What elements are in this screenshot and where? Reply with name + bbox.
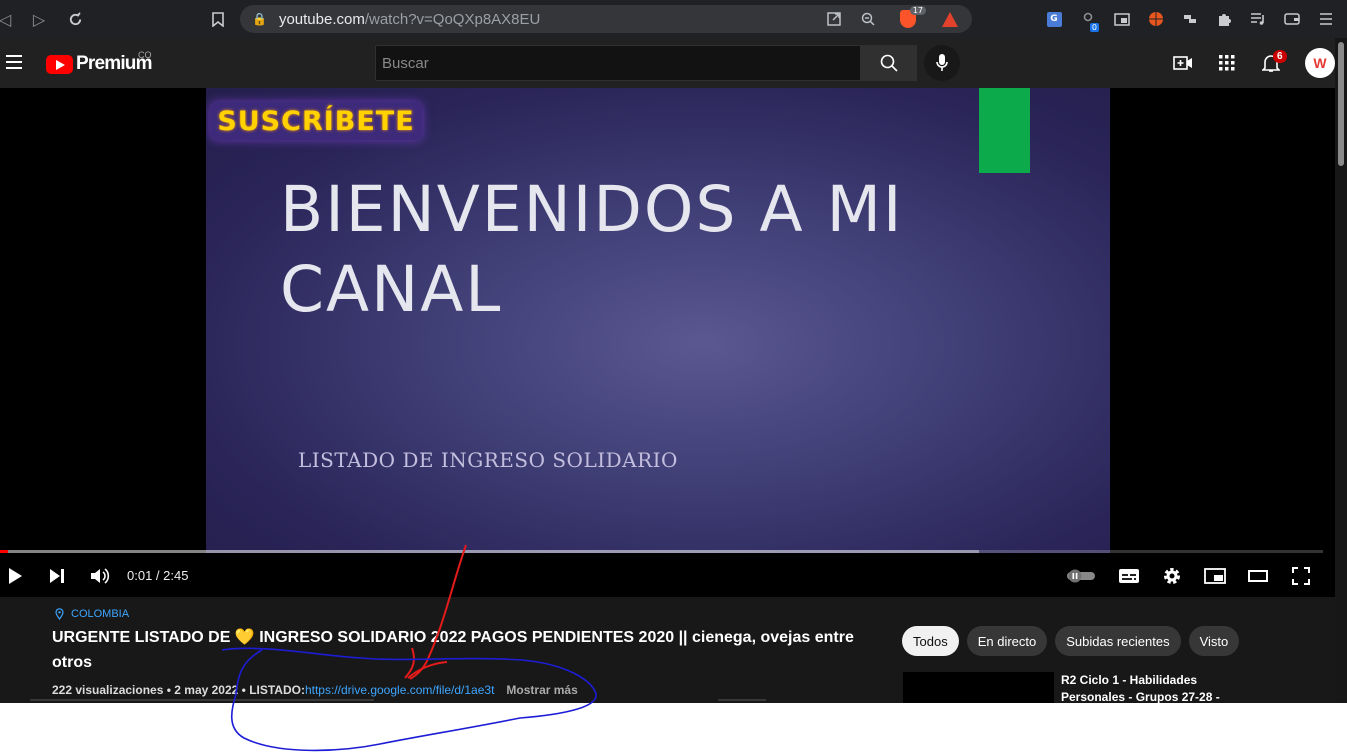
puzzle-icon[interactable] — [1211, 6, 1237, 32]
chip-subidas-recientes[interactable]: Subidas recientes — [1055, 626, 1181, 656]
location-pin-icon — [55, 608, 64, 620]
menu-icon[interactable] — [1313, 6, 1339, 32]
subtitles-button[interactable] — [1117, 558, 1141, 594]
bat-rewards-icon[interactable] — [940, 9, 960, 29]
chip-todos[interactable]: Todos — [902, 626, 959, 656]
chip-en-directo[interactable]: En directo — [966, 626, 1048, 656]
youtube-premium-logo[interactable]: Premium — [46, 53, 153, 75]
autoplay-toggle[interactable] — [1064, 558, 1098, 594]
avatar: W — [1305, 48, 1335, 78]
bookmark-icon[interactable] — [203, 4, 233, 34]
volume-icon — [91, 568, 110, 584]
video-title: URGENTE LISTADO DE 💛 INGRESO SOLIDARIO 2… — [52, 629, 854, 671]
video-player[interactable]: SUSCRÍBETE BIENVENIDOS A MI CANAL LISTAD… — [0, 88, 1335, 597]
play-button[interactable] — [4, 558, 26, 594]
back-icon[interactable]: ◁ — [0, 4, 11, 34]
country-code: CO — [138, 50, 152, 60]
pip-icon[interactable] — [1109, 6, 1135, 32]
playlist-icon[interactable] — [1245, 6, 1271, 32]
yellow-heart-emoji: 💛 — [234, 629, 255, 646]
reload-icon[interactable] — [60, 4, 90, 34]
apps-button[interactable] — [1205, 38, 1249, 88]
create-video-icon — [1173, 56, 1192, 70]
subscribe-banner: SUSCRÍBETE — [210, 102, 422, 140]
zoom-icon[interactable] — [858, 9, 878, 29]
slide-title: BIENVENIDOS A MI CANAL — [280, 173, 904, 326]
share-icon[interactable] — [824, 9, 844, 29]
play-icon — [9, 568, 22, 584]
autoplay-toggle-icon — [1067, 569, 1095, 583]
next-button[interactable] — [46, 558, 68, 594]
notifications-button[interactable]: 6 — [1249, 38, 1293, 88]
progress-bar[interactable] — [0, 550, 1323, 553]
shield-count-badge: 17 — [909, 6, 926, 15]
miniplayer-button[interactable] — [1202, 558, 1228, 594]
microphone-icon — [936, 54, 948, 71]
extension-icon[interactable] — [1177, 6, 1203, 32]
drive-link[interactable]: https://drive.google.com/file/d/1ae3t — [305, 683, 494, 697]
green-overlay-block — [979, 88, 1030, 173]
show-more-button[interactable]: Mostrar más — [506, 683, 577, 697]
recommended-video-thumbnail[interactable] — [903, 672, 1054, 703]
voice-search-button[interactable] — [924, 45, 960, 81]
apps-grid-icon — [1219, 55, 1235, 71]
theater-mode-icon — [1248, 570, 1268, 582]
create-video-button[interactable] — [1161, 38, 1205, 88]
youtube-masthead: Premium CO Buscar 6 W — [0, 38, 1347, 88]
slide-subtitle: LISTADO DE INGRESO SOLIDARIO — [298, 448, 678, 472]
divider — [30, 699, 374, 701]
progress-played — [0, 550, 8, 553]
recommended-video-title[interactable]: R2 Ciclo 1 - Habilidades Personales - Gr… — [1061, 672, 1261, 703]
time-display: 0:01 / 2:45 — [127, 568, 189, 583]
settings-button[interactable] — [1160, 558, 1184, 594]
fullscreen-button[interactable] — [1289, 558, 1313, 594]
miniplayer-icon — [1204, 568, 1226, 584]
divider — [718, 699, 766, 701]
search-icon — [880, 54, 898, 72]
brave-shield-icon[interactable]: 17 — [898, 6, 926, 29]
guide-menu-icon[interactable] — [4, 51, 24, 73]
video-details: COLOMBIA URGENTE LISTADO DE 💛 INGRESO SO… — [0, 597, 1335, 703]
progress-buffered — [0, 550, 980, 553]
theater-mode-button[interactable] — [1246, 558, 1270, 594]
player-controls: 0:01 / 2:45 — [0, 558, 1335, 594]
extension-icon[interactable]: 0 — [1075, 6, 1101, 32]
lock-icon: 🔒 — [252, 12, 267, 26]
location-link[interactable]: COLOMBIA — [55, 608, 129, 620]
browser-toolbar: ◁ ▷ 🔒 youtube.com/watch?v=QoQXp8AX8EU 17 — [0, 0, 1347, 38]
scrollbar-thumb[interactable] — [1338, 42, 1344, 166]
address-bar[interactable]: 🔒 youtube.com/watch?v=QoQXp8AX8EU 17 — [240, 5, 972, 33]
url-text: youtube.com/watch?v=QoQXp8AX8EU — [278, 10, 541, 28]
video-metadata: 222 visualizaciones • 2 may 2022 • LISTA… — [52, 683, 578, 697]
skip-next-icon — [50, 569, 64, 583]
youtube-play-logo-icon — [46, 54, 73, 74]
chip-visto[interactable]: Visto — [1188, 626, 1240, 656]
screen: ◁ ▷ 🔒 youtube.com/watch?v=QoQXp8AX8EU 17 — [0, 0, 1347, 755]
video-frame: SUSCRÍBETE BIENVENIDOS A MI CANAL LISTAD… — [206, 88, 1110, 553]
fullscreen-icon — [1292, 567, 1310, 585]
basketball-extension-icon[interactable] — [1143, 6, 1169, 32]
gear-icon — [1164, 568, 1180, 584]
related-filter-chips: Todos En directo Subidas recientes Visto — [902, 626, 1240, 656]
subtitles-icon — [1119, 569, 1139, 583]
translate-icon[interactable]: G — [1041, 6, 1067, 32]
notification-count-badge: 6 — [1273, 50, 1287, 63]
search-input[interactable]: Buscar — [375, 45, 861, 81]
wallet-icon[interactable] — [1279, 6, 1305, 32]
search-button[interactable] — [860, 45, 917, 81]
volume-button[interactable] — [89, 558, 111, 594]
forward-icon[interactable]: ▷ — [24, 4, 54, 34]
